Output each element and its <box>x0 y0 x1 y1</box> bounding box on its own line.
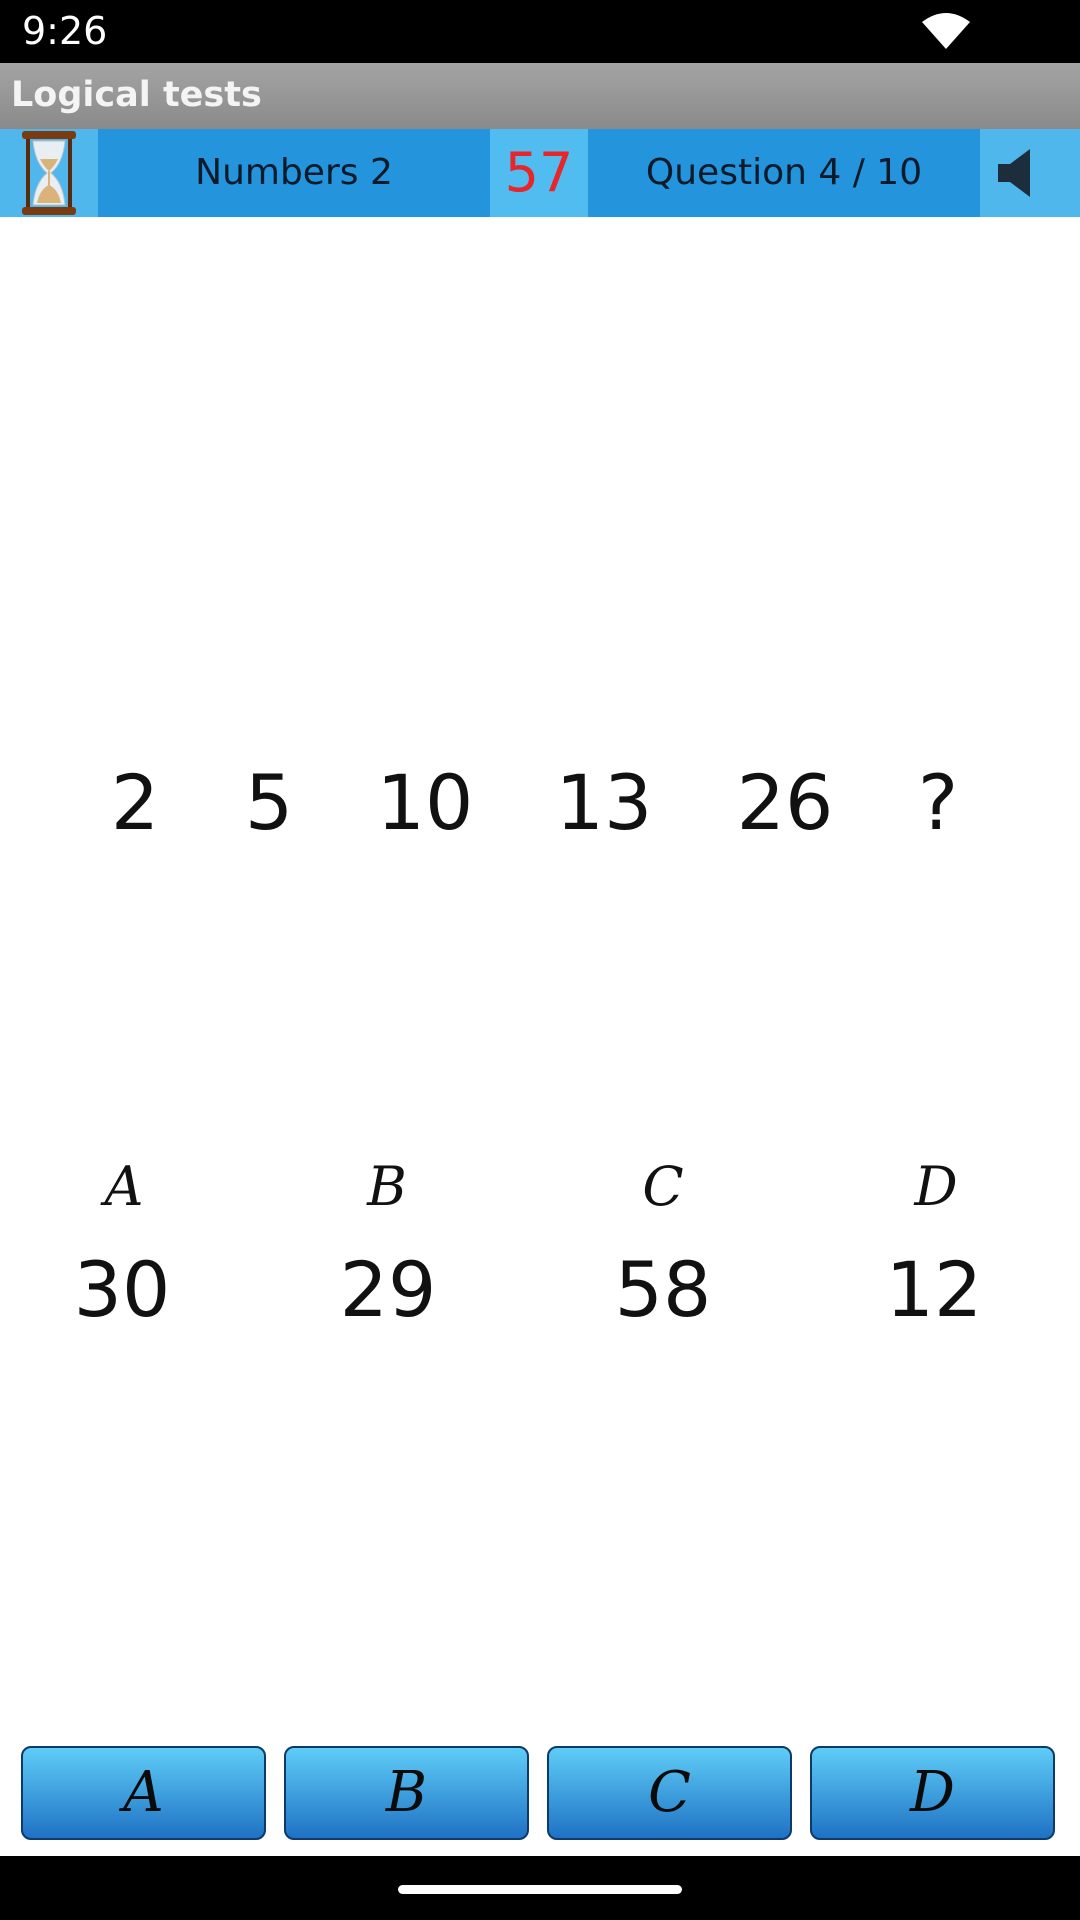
option-value-a: 30 <box>73 1245 171 1334</box>
answer-button-c[interactable]: C <box>547 1746 792 1840</box>
status-bar: 9:26 <box>0 0 1080 63</box>
status-time: 9:26 <box>22 9 108 53</box>
sequence-number: 26 <box>736 758 834 847</box>
app-title-bar: Logical tests <box>0 63 1080 129</box>
sequence-number: 5 <box>244 758 294 847</box>
option-value-d: 12 <box>885 1245 983 1334</box>
speaker-icon[interactable] <box>994 145 1050 201</box>
timer-box: 57 <box>490 129 588 217</box>
option-letter-c: C <box>642 1155 684 1218</box>
answer-button-a[interactable]: A <box>21 1746 266 1840</box>
option-letter-d: D <box>914 1155 958 1218</box>
navigation-bar <box>0 1856 1080 1920</box>
wifi-icon <box>922 13 970 49</box>
level-name: Numbers 2 <box>195 152 393 193</box>
hourglass-icon <box>22 131 76 215</box>
sound-toggle-button[interactable] <box>980 129 1080 217</box>
timer-value: 57 <box>504 141 574 204</box>
sequence-unknown: ? <box>917 758 959 847</box>
hourglass-box <box>0 129 98 217</box>
app-title: Logical tests <box>11 75 262 115</box>
option-letter-b: B <box>367 1155 407 1218</box>
sequence-number: 10 <box>376 758 474 847</box>
info-bar: Numbers 2 57 Question 4 / 10 <box>0 129 1080 217</box>
question-counter: Question 4 / 10 <box>645 152 923 193</box>
home-gesture-handle[interactable] <box>398 1885 682 1894</box>
option-value-c: 58 <box>614 1245 712 1334</box>
option-letter-a: A <box>104 1155 144 1218</box>
answer-button-b[interactable]: B <box>284 1746 529 1840</box>
sequence-number: 2 <box>110 758 160 847</box>
option-value-b: 29 <box>339 1245 437 1334</box>
sequence-number: 13 <box>555 758 653 847</box>
answer-button-d[interactable]: D <box>810 1746 1055 1840</box>
